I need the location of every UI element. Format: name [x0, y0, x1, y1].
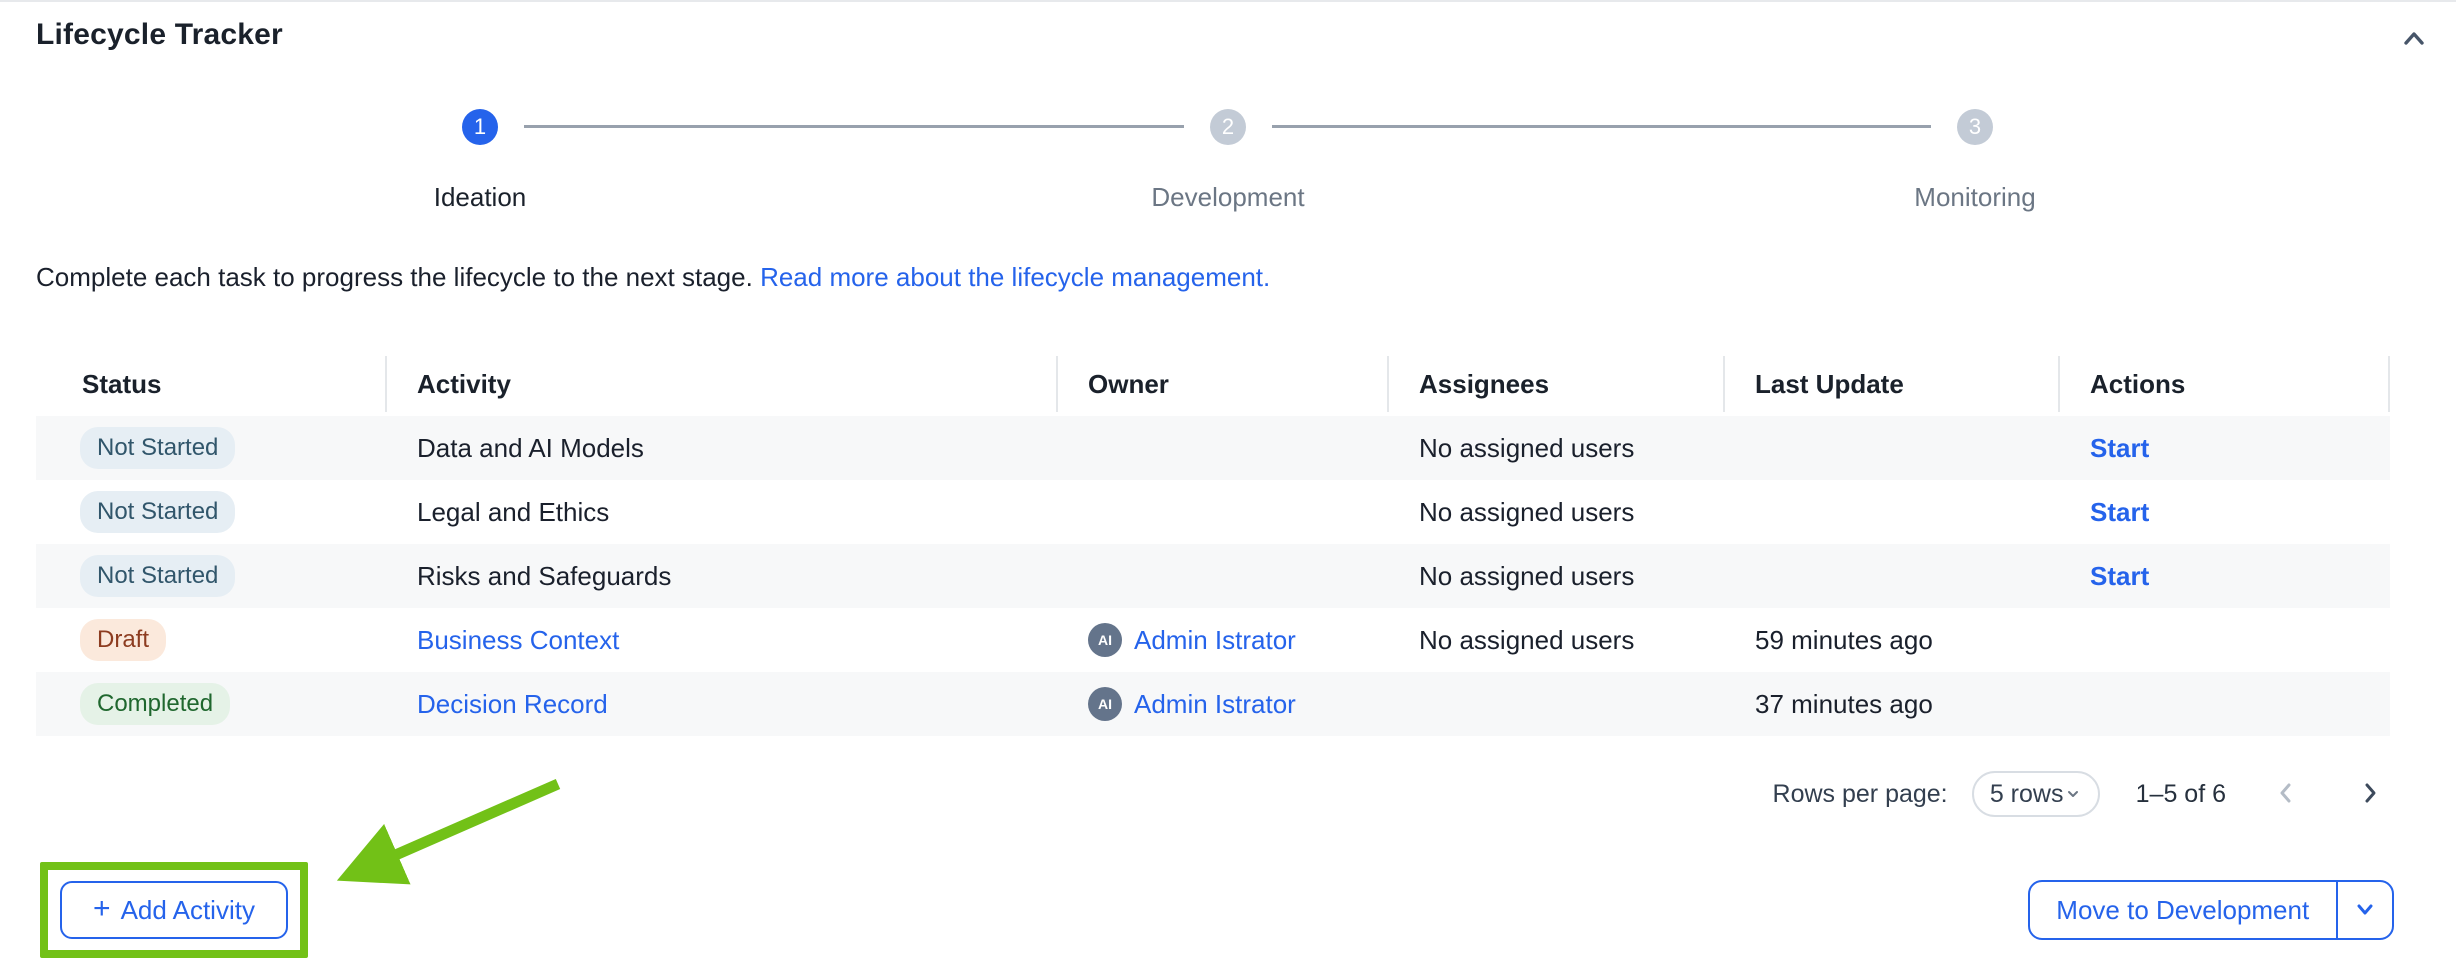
- step-circle-development: 2: [1210, 109, 1246, 145]
- status-badge: Not Started: [80, 491, 235, 534]
- column-header-owner: Owner: [1058, 356, 1389, 412]
- cell-owner: AI Admin Istrator: [1058, 687, 1389, 721]
- cell-actions: Start: [2060, 433, 2390, 464]
- activity-link[interactable]: Decision Record: [417, 689, 608, 720]
- cell-assignees: No assigned users: [1389, 497, 1725, 528]
- activity-text: Legal and Ethics: [417, 497, 609, 528]
- move-options-dropdown-button[interactable]: [2338, 882, 2392, 938]
- table-header-row: Status Activity Owner Assignees Last Upd…: [36, 352, 2390, 416]
- column-header-status: Status: [36, 356, 387, 412]
- step-label-development: Development: [1028, 182, 1428, 213]
- activity-text: Risks and Safeguards: [417, 561, 671, 592]
- step-circle-ideation: 1: [462, 109, 498, 145]
- table-row: Not Started Risks and Safeguards No assign…: [36, 544, 2390, 608]
- cell-status: Draft: [36, 619, 387, 662]
- cell-last-update: 59 minutes ago: [1725, 625, 2060, 656]
- assignees-text: No assigned users: [1419, 497, 1634, 528]
- move-stage-split-button: Move to Development: [2028, 880, 2394, 940]
- last-update-text: 37 minutes ago: [1755, 689, 1933, 720]
- column-header-activity: Activity: [387, 356, 1058, 412]
- cell-activity: Business Context: [387, 625, 1058, 656]
- cell-status: Not Started: [36, 491, 387, 534]
- table-row: Completed Decision Record AI Admin Istrator…: [36, 672, 2390, 736]
- move-to-development-button[interactable]: Move to Development: [2030, 882, 2336, 938]
- column-header-last-update: Last Update: [1725, 356, 2060, 412]
- rows-per-page-value: 5 rows: [1990, 780, 2064, 809]
- cell-last-update: 37 minutes ago: [1725, 689, 2060, 720]
- previous-page-button[interactable]: [2266, 774, 2306, 814]
- cell-activity: Data and AI Models: [387, 433, 1058, 464]
- rows-per-page-label: Rows per page:: [1773, 780, 1948, 809]
- status-badge: Completed: [80, 683, 230, 726]
- cell-activity: Risks and Safeguards: [387, 561, 1058, 592]
- start-action-link[interactable]: Start: [2090, 433, 2149, 464]
- stepper-connector: [524, 125, 1184, 128]
- cell-assignees: No assigned users: [1389, 561, 1725, 592]
- add-activity-label: Add Activity: [121, 895, 255, 926]
- avatar: AI: [1088, 687, 1122, 721]
- column-header-assignees: Assignees: [1389, 356, 1725, 412]
- cell-actions: Start: [2060, 561, 2390, 592]
- table-row: Not Started Data and AI Models No assigned…: [36, 416, 2390, 480]
- activity-link[interactable]: Business Context: [417, 625, 619, 656]
- start-action-link[interactable]: Start: [2090, 561, 2149, 592]
- status-badge: Draft: [80, 619, 166, 662]
- chevron-right-icon: [2357, 780, 2383, 809]
- plus-icon: +: [93, 894, 111, 924]
- table-body: Not Started Data and AI Models No assigned…: [36, 416, 2390, 736]
- add-activity-button[interactable]: + Add Activity: [60, 881, 288, 939]
- table-row: Not Started Legal and Ethics No assigned u…: [36, 480, 2390, 544]
- step-label-monitoring: Monitoring: [1775, 182, 2175, 213]
- cell-assignees: No assigned users: [1389, 625, 1725, 656]
- cell-actions: Start: [2060, 497, 2390, 528]
- assignees-text: No assigned users: [1419, 625, 1634, 656]
- cell-status: Not Started: [36, 427, 387, 470]
- activities-table: Status Activity Owner Assignees Last Upd…: [36, 352, 2390, 736]
- assignees-text: No assigned users: [1419, 433, 1634, 464]
- lifecycle-stepper: 1 Ideation 2 Development 3 Monitoring: [0, 0, 2456, 240]
- cell-activity: Decision Record: [387, 689, 1058, 720]
- column-header-actions: Actions: [2060, 356, 2390, 412]
- status-badge: Not Started: [80, 555, 235, 598]
- annotation-arrow: [300, 768, 580, 908]
- next-page-button[interactable]: [2350, 774, 2390, 814]
- cell-status: Completed: [36, 683, 387, 726]
- last-update-text: 59 minutes ago: [1755, 625, 1933, 656]
- rows-per-page-select[interactable]: 5 rows: [1972, 771, 2100, 817]
- pagination-range: 1–5 of 6: [2136, 780, 2226, 809]
- chevron-down-icon: [2352, 896, 2378, 925]
- cell-owner: AI Admin Istrator: [1058, 623, 1389, 657]
- step-circle-monitoring: 3: [1957, 109, 1993, 145]
- cell-status: Not Started: [36, 555, 387, 598]
- description-text: Complete each task to progress the lifec…: [36, 262, 760, 292]
- step-label-ideation: Ideation: [280, 182, 680, 213]
- assignees-text: No assigned users: [1419, 561, 1634, 592]
- stage-description: Complete each task to progress the lifec…: [36, 262, 1270, 293]
- table-row: Draft Business Context AI Admin Istrator No …: [36, 608, 2390, 672]
- read-more-link[interactable]: Read more about the lifecycle management…: [760, 262, 1270, 292]
- owner-link[interactable]: Admin Istrator: [1134, 625, 1296, 656]
- owner-link[interactable]: Admin Istrator: [1134, 689, 1296, 720]
- cell-assignees: No assigned users: [1389, 433, 1725, 464]
- activity-text: Data and AI Models: [417, 433, 644, 464]
- status-badge: Not Started: [80, 427, 235, 470]
- cell-activity: Legal and Ethics: [387, 497, 1058, 528]
- stepper-connector: [1272, 125, 1931, 128]
- chevron-down-icon: [2065, 780, 2081, 809]
- pagination-bar: Rows per page: 5 rows 1–5 of 6: [1773, 770, 2390, 818]
- chevron-left-icon: [2273, 780, 2299, 809]
- avatar: AI: [1088, 623, 1122, 657]
- start-action-link[interactable]: Start: [2090, 497, 2149, 528]
